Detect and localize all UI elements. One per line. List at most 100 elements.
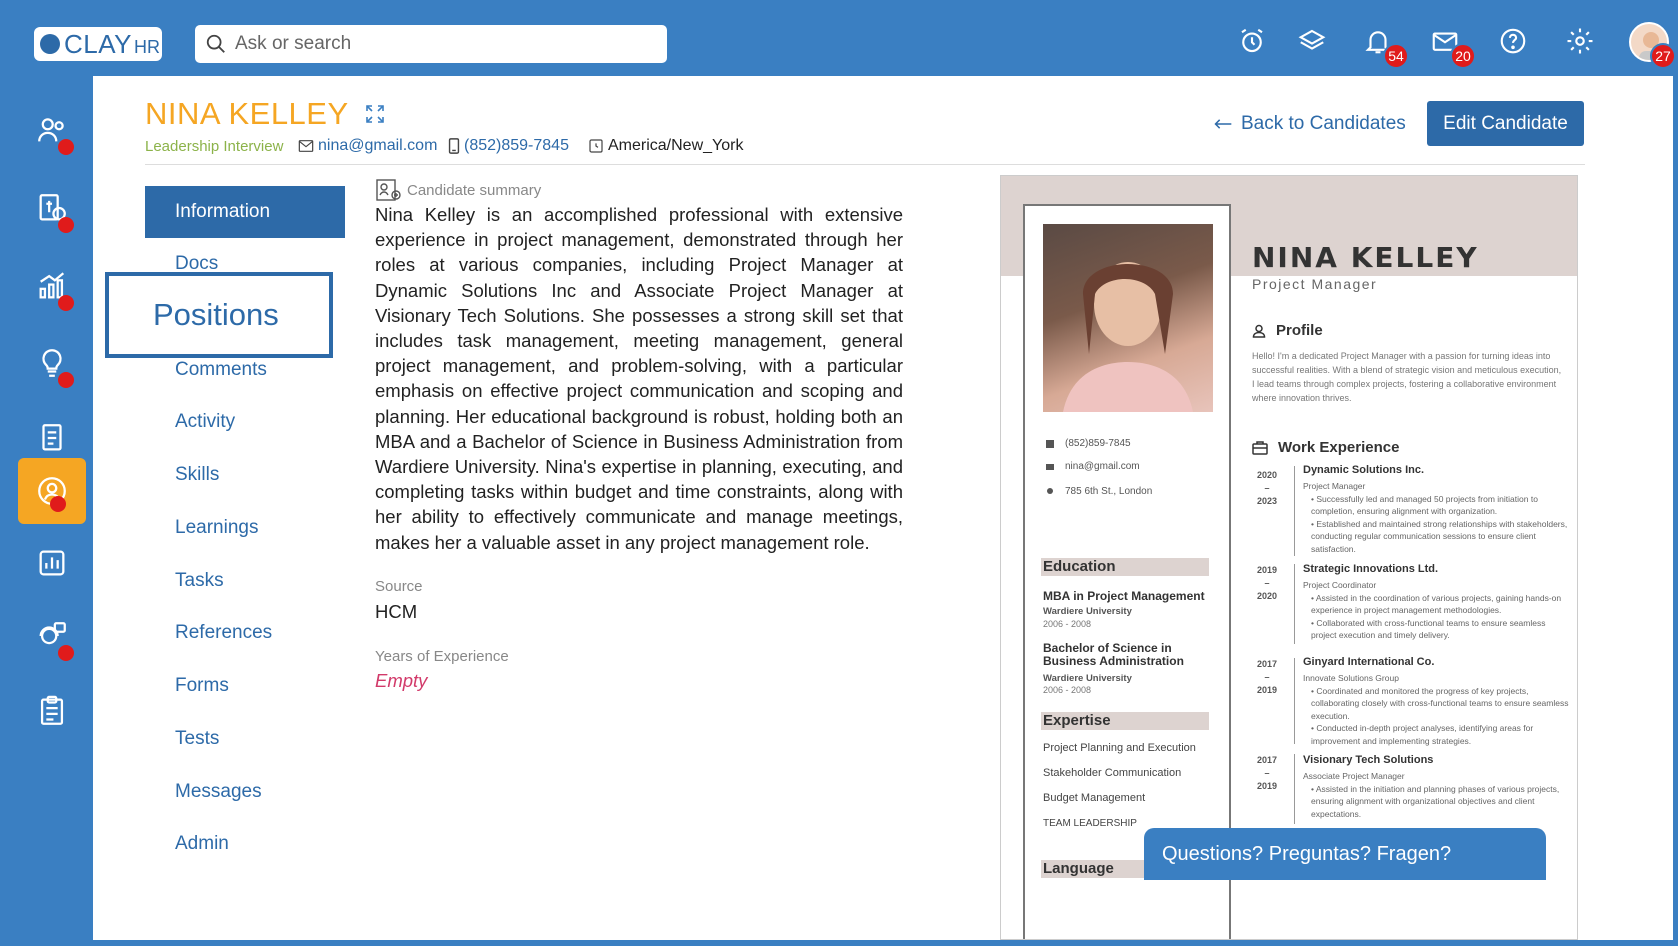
- nav-tests[interactable]: Tests: [145, 713, 345, 765]
- candidate-email[interactable]: nina@gmail.com: [298, 137, 437, 155]
- search-bar[interactable]: [195, 25, 667, 63]
- resume-name: NINA KELLEY: [1252, 241, 1479, 274]
- job-details: Project Manager • Successfully led and m…: [1303, 481, 1568, 554]
- job-years: 2020–2023: [1256, 470, 1278, 506]
- bar-chart-icon: [39, 550, 65, 576]
- briefcase-icon: [1252, 440, 1268, 455]
- document-icon: [42, 424, 62, 451]
- rail-support[interactable]: [18, 603, 86, 669]
- help-icon[interactable]: [1498, 26, 1528, 56]
- back-to-candidates-link[interactable]: Back to Candidates: [1213, 113, 1406, 135]
- source-label: Source: [375, 578, 423, 595]
- alarm-clock-icon[interactable]: [1237, 26, 1267, 56]
- candidate-panel: NINA KELLEY Leadership Interview nina@gm…: [93, 76, 1673, 940]
- clock-icon: [589, 139, 603, 153]
- search-input[interactable]: [235, 33, 635, 55]
- resume-email: nina@gmail.com: [1045, 461, 1140, 472]
- expertise-item: Project Planning and Execution: [1043, 742, 1196, 754]
- clipboard-icon: [40, 695, 64, 725]
- nav-information[interactable]: Information: [145, 186, 345, 238]
- candidate-summary-text: Nina Kelley is an accomplished professio…: [375, 204, 903, 553]
- resume-phone: (852)859-7845: [1045, 438, 1131, 449]
- nav-positions[interactable]: Positions: [105, 272, 333, 358]
- phone-icon: [1046, 439, 1054, 448]
- job-company: Visionary Tech Solutions: [1303, 754, 1434, 766]
- nav-messages[interactable]: Messages: [145, 766, 345, 818]
- rail-alert-dot: [50, 496, 66, 512]
- job-company: Strategic Innovations Ltd.: [1303, 563, 1439, 575]
- candidate-stage: Leadership Interview: [145, 138, 284, 155]
- logo-suffix: HR: [134, 36, 160, 57]
- email-icon: [1046, 463, 1054, 470]
- rail-analytics[interactable]: [18, 253, 86, 319]
- expertise-item: Stakeholder Communication: [1043, 767, 1182, 779]
- nav-tasks[interactable]: Tasks: [145, 555, 345, 607]
- location-pin-icon: [1047, 487, 1053, 494]
- profile-badge: 27: [1650, 43, 1676, 69]
- resume-preview[interactable]: (852)859-7845 nina@gmail.com 785 6th St.…: [1000, 175, 1578, 940]
- resume-profile-text: Hello! I'm a dedicated Project Manager w…: [1252, 351, 1562, 403]
- education-degree: Bachelor of Science in Business Administ…: [1043, 641, 1184, 668]
- candidate-photo: [1043, 224, 1213, 412]
- rail-alert-dot: [58, 217, 74, 233]
- timeline-line: [1294, 754, 1295, 824]
- rail-people[interactable]: [18, 97, 86, 163]
- nav-forms[interactable]: Forms: [145, 660, 345, 712]
- education-years: 2006 - 2008: [1043, 619, 1092, 629]
- logo-mark-icon: [40, 34, 60, 54]
- search-icon: [206, 34, 225, 53]
- job-details: Associate Project Manager • Assisted in …: [1303, 771, 1560, 819]
- summary-label-row: Candidate summary: [375, 178, 541, 202]
- left-rail: [0, 76, 93, 946]
- experience-label: Years of Experience: [375, 648, 509, 665]
- candidate-phone[interactable]: (852)859-7845: [448, 137, 569, 155]
- phone-text: (852)859-7845: [464, 137, 569, 154]
- rail-payroll[interactable]: [18, 175, 86, 241]
- edit-candidate-button[interactable]: Edit Candidate: [1427, 101, 1584, 146]
- source-value: HCM: [375, 601, 418, 622]
- job-years: 2017–2019: [1256, 659, 1278, 695]
- top-bar: CLAY HR 54 20 27: [0, 0, 1678, 76]
- rail-alert-dot: [58, 372, 74, 388]
- timeline-line: [1294, 564, 1295, 644]
- nav-skills[interactable]: Skills: [145, 449, 345, 501]
- person-icon: [1252, 324, 1266, 338]
- nav-admin[interactable]: Admin: [145, 818, 345, 870]
- nav-references[interactable]: References: [145, 607, 345, 659]
- experience-value[interactable]: Empty: [375, 670, 427, 692]
- logo-text: CLAY: [64, 28, 132, 59]
- header-divider: [145, 164, 1585, 165]
- summary-label: Candidate summary: [407, 181, 542, 199]
- job-years: 2019–2020: [1256, 565, 1278, 601]
- expertise-item: Budget Management: [1043, 792, 1146, 804]
- education-school: Wardiere University: [1043, 673, 1132, 684]
- clayhr-logo[interactable]: CLAY HR: [34, 27, 162, 61]
- job-details: Project Coordinator • Assisted in the co…: [1303, 580, 1562, 640]
- timezone-text: America/New_York: [608, 137, 744, 154]
- rail-reports[interactable]: [18, 530, 86, 596]
- layers-icon[interactable]: [1297, 26, 1327, 56]
- job-company: Ginyard International Co.: [1303, 656, 1435, 668]
- candidate-summary-icon: [376, 179, 401, 201]
- settings-gear-icon[interactable]: [1565, 26, 1595, 56]
- expand-icon[interactable]: [363, 102, 387, 131]
- back-label: Back to Candidates: [1241, 113, 1406, 134]
- rail-ideas[interactable]: [18, 330, 86, 396]
- resume-work-heading: Work Experience: [1252, 439, 1399, 456]
- back-arrow-icon: [1214, 119, 1232, 129]
- education-years: 2006 - 2008: [1043, 685, 1092, 695]
- rail-checklist[interactable]: [18, 678, 86, 744]
- resume-title: Project Manager: [1252, 276, 1378, 292]
- nav-learnings[interactable]: Learnings: [145, 502, 345, 554]
- rail-alert-dot: [58, 645, 74, 661]
- job-years: 2017–2019: [1256, 755, 1278, 791]
- rail-alert-dot: [58, 295, 74, 311]
- rail-candidates[interactable]: [18, 458, 86, 524]
- email-text: nina@gmail.com: [318, 137, 438, 154]
- education-degree: MBA in Project Management: [1043, 589, 1205, 603]
- timeline-line: [1294, 658, 1295, 744]
- candidate-name: NINA KELLEY: [145, 96, 349, 131]
- education-school: Wardiere University: [1043, 606, 1132, 617]
- nav-activity[interactable]: Activity: [145, 396, 345, 448]
- help-chat-button[interactable]: Questions? Preguntas? Fragen?: [1144, 828, 1546, 880]
